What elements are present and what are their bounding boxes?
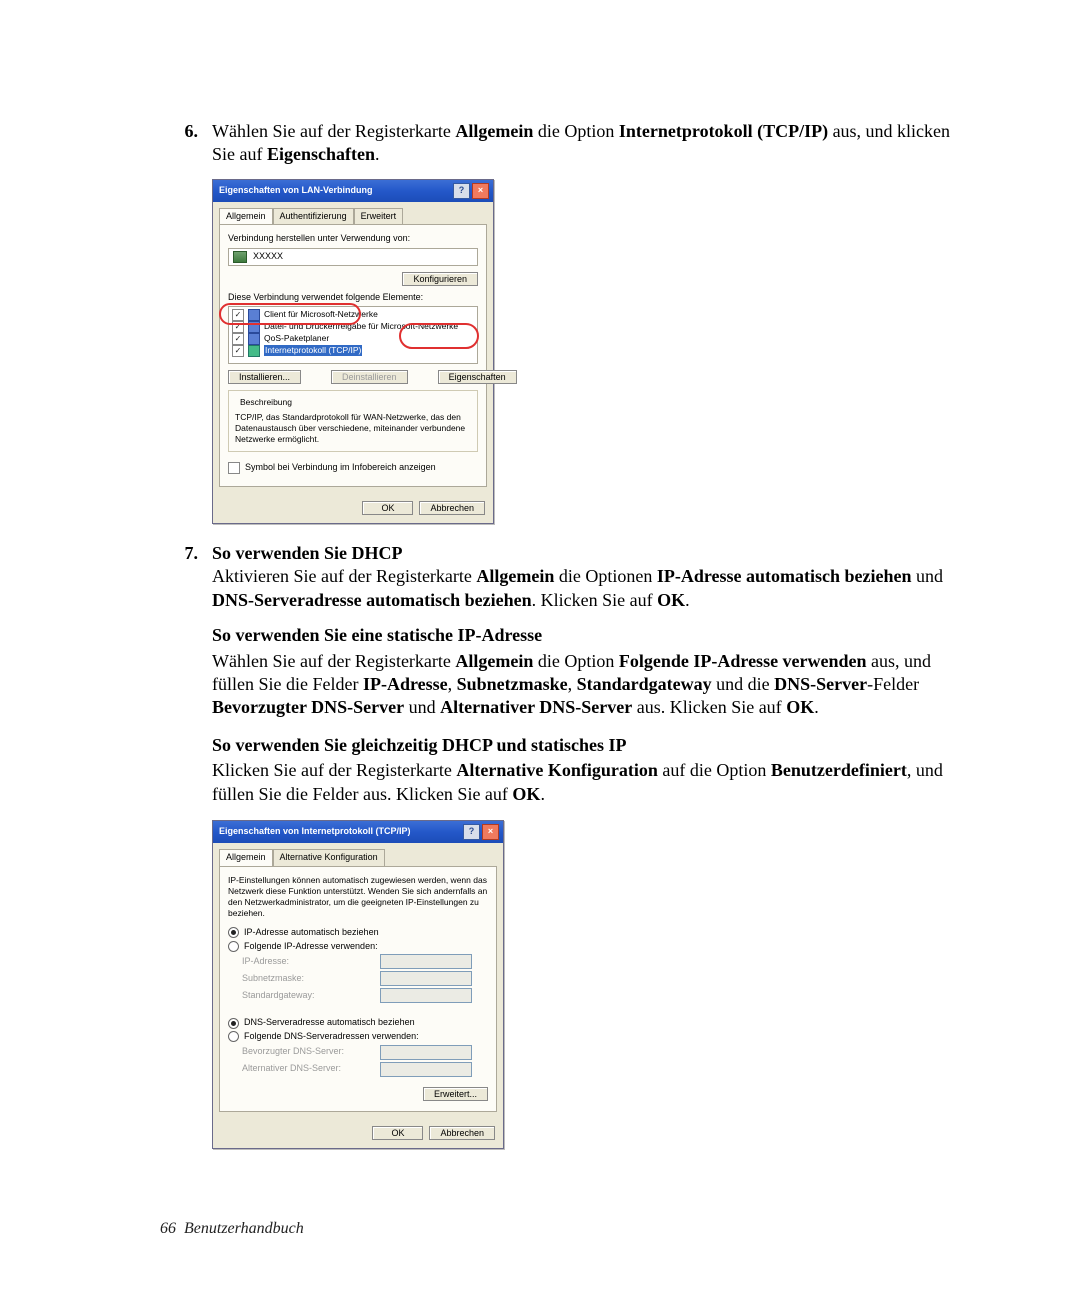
- description-group: Beschreibung TCP/IP, das Standardprotoko…: [228, 390, 478, 452]
- description-title: Beschreibung: [237, 397, 295, 408]
- adapter-name: XXXXX: [253, 251, 283, 263]
- tab-erweitert[interactable]: Erweitert: [354, 208, 404, 225]
- dialog2-title: Eigenschaften von Internetprotokoll (TCP…: [219, 826, 461, 838]
- tab-authentifizierung[interactable]: Authentifizierung: [273, 208, 354, 225]
- page-footer: 66 Benutzerhandbuch: [160, 1219, 970, 1240]
- dialog2-titlebar: Eigenschaften von Internetprotokoll (TCP…: [213, 821, 503, 843]
- radio-icon[interactable]: [228, 941, 239, 952]
- show-icon-label: Symbol bei Verbindung im Infobereich anz…: [245, 462, 436, 474]
- protocol-icon: [248, 345, 260, 357]
- description-text: TCP/IP, das Standardprotokoll für WAN-Ne…: [235, 412, 471, 445]
- uninstall-button[interactable]: Deinstallieren: [331, 370, 408, 384]
- dialog-lan-properties: Eigenschaften von LAN-Verbindung ? × All…: [212, 179, 494, 524]
- step-7-heading: So verwenden Sie DHCP: [212, 542, 970, 565]
- radio-static-dns[interactable]: Folgende DNS-Serveradressen verwenden:: [228, 1031, 488, 1043]
- dialog2-panel: IP-Einstellungen können automatisch zuge…: [219, 866, 497, 1112]
- button-row: Installieren... Deinstallieren Eigenscha…: [228, 370, 478, 384]
- ip-label: IP-Adresse:: [242, 956, 352, 968]
- step-7: 7. So verwenden Sie DHCP Aktivieren Sie …: [160, 542, 970, 612]
- adapter-field: XXXXX: [228, 248, 478, 266]
- both-para: Klicken Sie auf der Registerkarte Altern…: [212, 759, 970, 806]
- dialog-tcpip-properties: Eigenschaften von Internetprotokoll (TCP…: [212, 820, 504, 1149]
- both-heading: So verwenden Sie gleichzeitig DHCP und s…: [212, 734, 970, 757]
- show-icon-checkbox[interactable]: [228, 462, 240, 474]
- gw-input[interactable]: [380, 988, 472, 1003]
- close-icon[interactable]: ×: [472, 183, 489, 199]
- mask-input[interactable]: [380, 971, 472, 986]
- radio-static-ip[interactable]: Folgende IP-Adresse verwenden:: [228, 941, 488, 953]
- network-adapter-icon: [233, 251, 247, 263]
- step-6-number: 6.: [160, 120, 212, 167]
- radio-icon[interactable]: [228, 927, 239, 938]
- static-para: Wählen Sie auf der Registerkarte Allgeme…: [212, 650, 970, 720]
- step-7-body: So verwenden Sie DHCP Aktivieren Sie auf…: [212, 542, 970, 612]
- ok-button[interactable]: OK: [372, 1126, 423, 1140]
- properties-button[interactable]: Eigenschaften: [438, 370, 517, 384]
- mask-label: Subnetzmaske:: [242, 973, 352, 985]
- ok-button[interactable]: OK: [362, 501, 413, 515]
- advanced-button[interactable]: Erweitert...: [423, 1087, 488, 1101]
- help-icon[interactable]: ?: [453, 183, 470, 199]
- step-6: 6. Wählen Sie auf der Registerkarte Allg…: [160, 120, 970, 167]
- step-7-number: 7.: [160, 542, 212, 612]
- tcpip-label: Internetprotokoll (TCP/IP): [264, 345, 362, 356]
- highlight-oval-eigenschaften: [399, 323, 479, 349]
- qos-icon: [248, 333, 260, 345]
- step-6-body: Wählen Sie auf der Registerkarte Allgeme…: [212, 120, 970, 167]
- tab-allgemein[interactable]: Allgemein: [219, 208, 273, 225]
- dialog1-title: Eigenschaften von LAN-Verbindung: [219, 185, 451, 197]
- install-button[interactable]: Installieren...: [228, 370, 301, 384]
- radio-icon[interactable]: [228, 1018, 239, 1029]
- radio-auto-ip[interactable]: IP-Adresse automatisch beziehen: [228, 927, 488, 939]
- close-icon[interactable]: ×: [482, 824, 499, 840]
- tab-alternative-konfiguration[interactable]: Alternative Konfiguration: [273, 849, 385, 866]
- step-7-para: Aktivieren Sie auf der Registerkarte All…: [212, 565, 970, 612]
- dns2-input[interactable]: [380, 1062, 472, 1077]
- radio-icon[interactable]: [228, 1031, 239, 1042]
- cancel-button[interactable]: Abbrechen: [429, 1126, 495, 1140]
- gw-label: Standardgateway:: [242, 990, 352, 1002]
- dialog1-panel: Verbindung herstellen unter Verwendung v…: [219, 224, 487, 487]
- intro-text: IP-Einstellungen können automatisch zuge…: [228, 875, 488, 919]
- dialog1-titlebar: Eigenschaften von LAN-Verbindung ? ×: [213, 180, 493, 202]
- dns2-label: Alternativer DNS-Server:: [242, 1063, 352, 1075]
- dns1-label: Bevorzugter DNS-Server:: [242, 1046, 352, 1058]
- ip-input[interactable]: [380, 954, 472, 969]
- tab-allgemein[interactable]: Allgemein: [219, 849, 273, 866]
- footer-title: Benutzerhandbuch: [184, 1220, 304, 1237]
- conn-label: Verbindung herstellen unter Verwendung v…: [228, 233, 478, 245]
- help-icon[interactable]: ?: [463, 824, 480, 840]
- checkbox-icon[interactable]: ✓: [232, 333, 244, 345]
- cancel-button[interactable]: Abbrechen: [419, 501, 485, 515]
- radio-auto-dns[interactable]: DNS-Serveradresse automatisch beziehen: [228, 1017, 488, 1029]
- dns1-input[interactable]: [380, 1045, 472, 1060]
- dialog1-tabs: Allgemein Authentifizierung Erweitert: [213, 202, 493, 225]
- checkbox-icon[interactable]: ✓: [232, 345, 244, 357]
- static-heading: So verwenden Sie eine statische IP-Adres…: [212, 624, 970, 647]
- page-number: 66: [160, 1220, 176, 1237]
- configure-button[interactable]: Konfigurieren: [402, 272, 478, 286]
- highlight-oval-tcpip: [219, 303, 361, 325]
